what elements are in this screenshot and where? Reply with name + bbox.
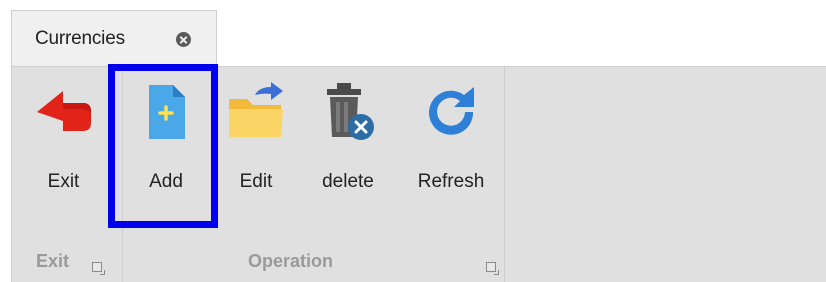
delete-button[interactable]: delete <box>298 67 398 217</box>
add-label: Add <box>149 171 183 192</box>
add-document-icon <box>149 85 185 139</box>
refresh-button[interactable]: Refresh <box>403 67 499 217</box>
tab-currencies[interactable]: Currencies <box>11 10 217 67</box>
edit-button[interactable]: Edit <box>218 67 294 217</box>
exit-label: Exit <box>47 171 80 192</box>
refresh-label: Refresh <box>417 171 485 192</box>
group-label-exit: Exit <box>36 251 70 271</box>
exit-arrow-icon <box>36 91 91 131</box>
group-launcher-icon[interactable] <box>92 262 105 275</box>
close-icon[interactable] <box>176 32 191 47</box>
edit-folder-icon <box>229 82 283 137</box>
refresh-icon <box>429 87 474 135</box>
delete-label: delete <box>322 171 374 192</box>
edit-label: Edit <box>239 171 273 192</box>
add-button[interactable]: Add <box>122 67 210 217</box>
exit-button[interactable]: Exit <box>17 67 110 217</box>
tab-label: Currencies <box>35 28 125 49</box>
group-launcher-icon[interactable] <box>486 262 499 275</box>
group-separator <box>504 67 505 282</box>
delete-trash-icon <box>327 83 374 140</box>
ribbon-toolbar: Exit Add Edit delete Refresh Exit Operat… <box>11 66 826 282</box>
group-label-operation: Operation <box>248 251 334 271</box>
